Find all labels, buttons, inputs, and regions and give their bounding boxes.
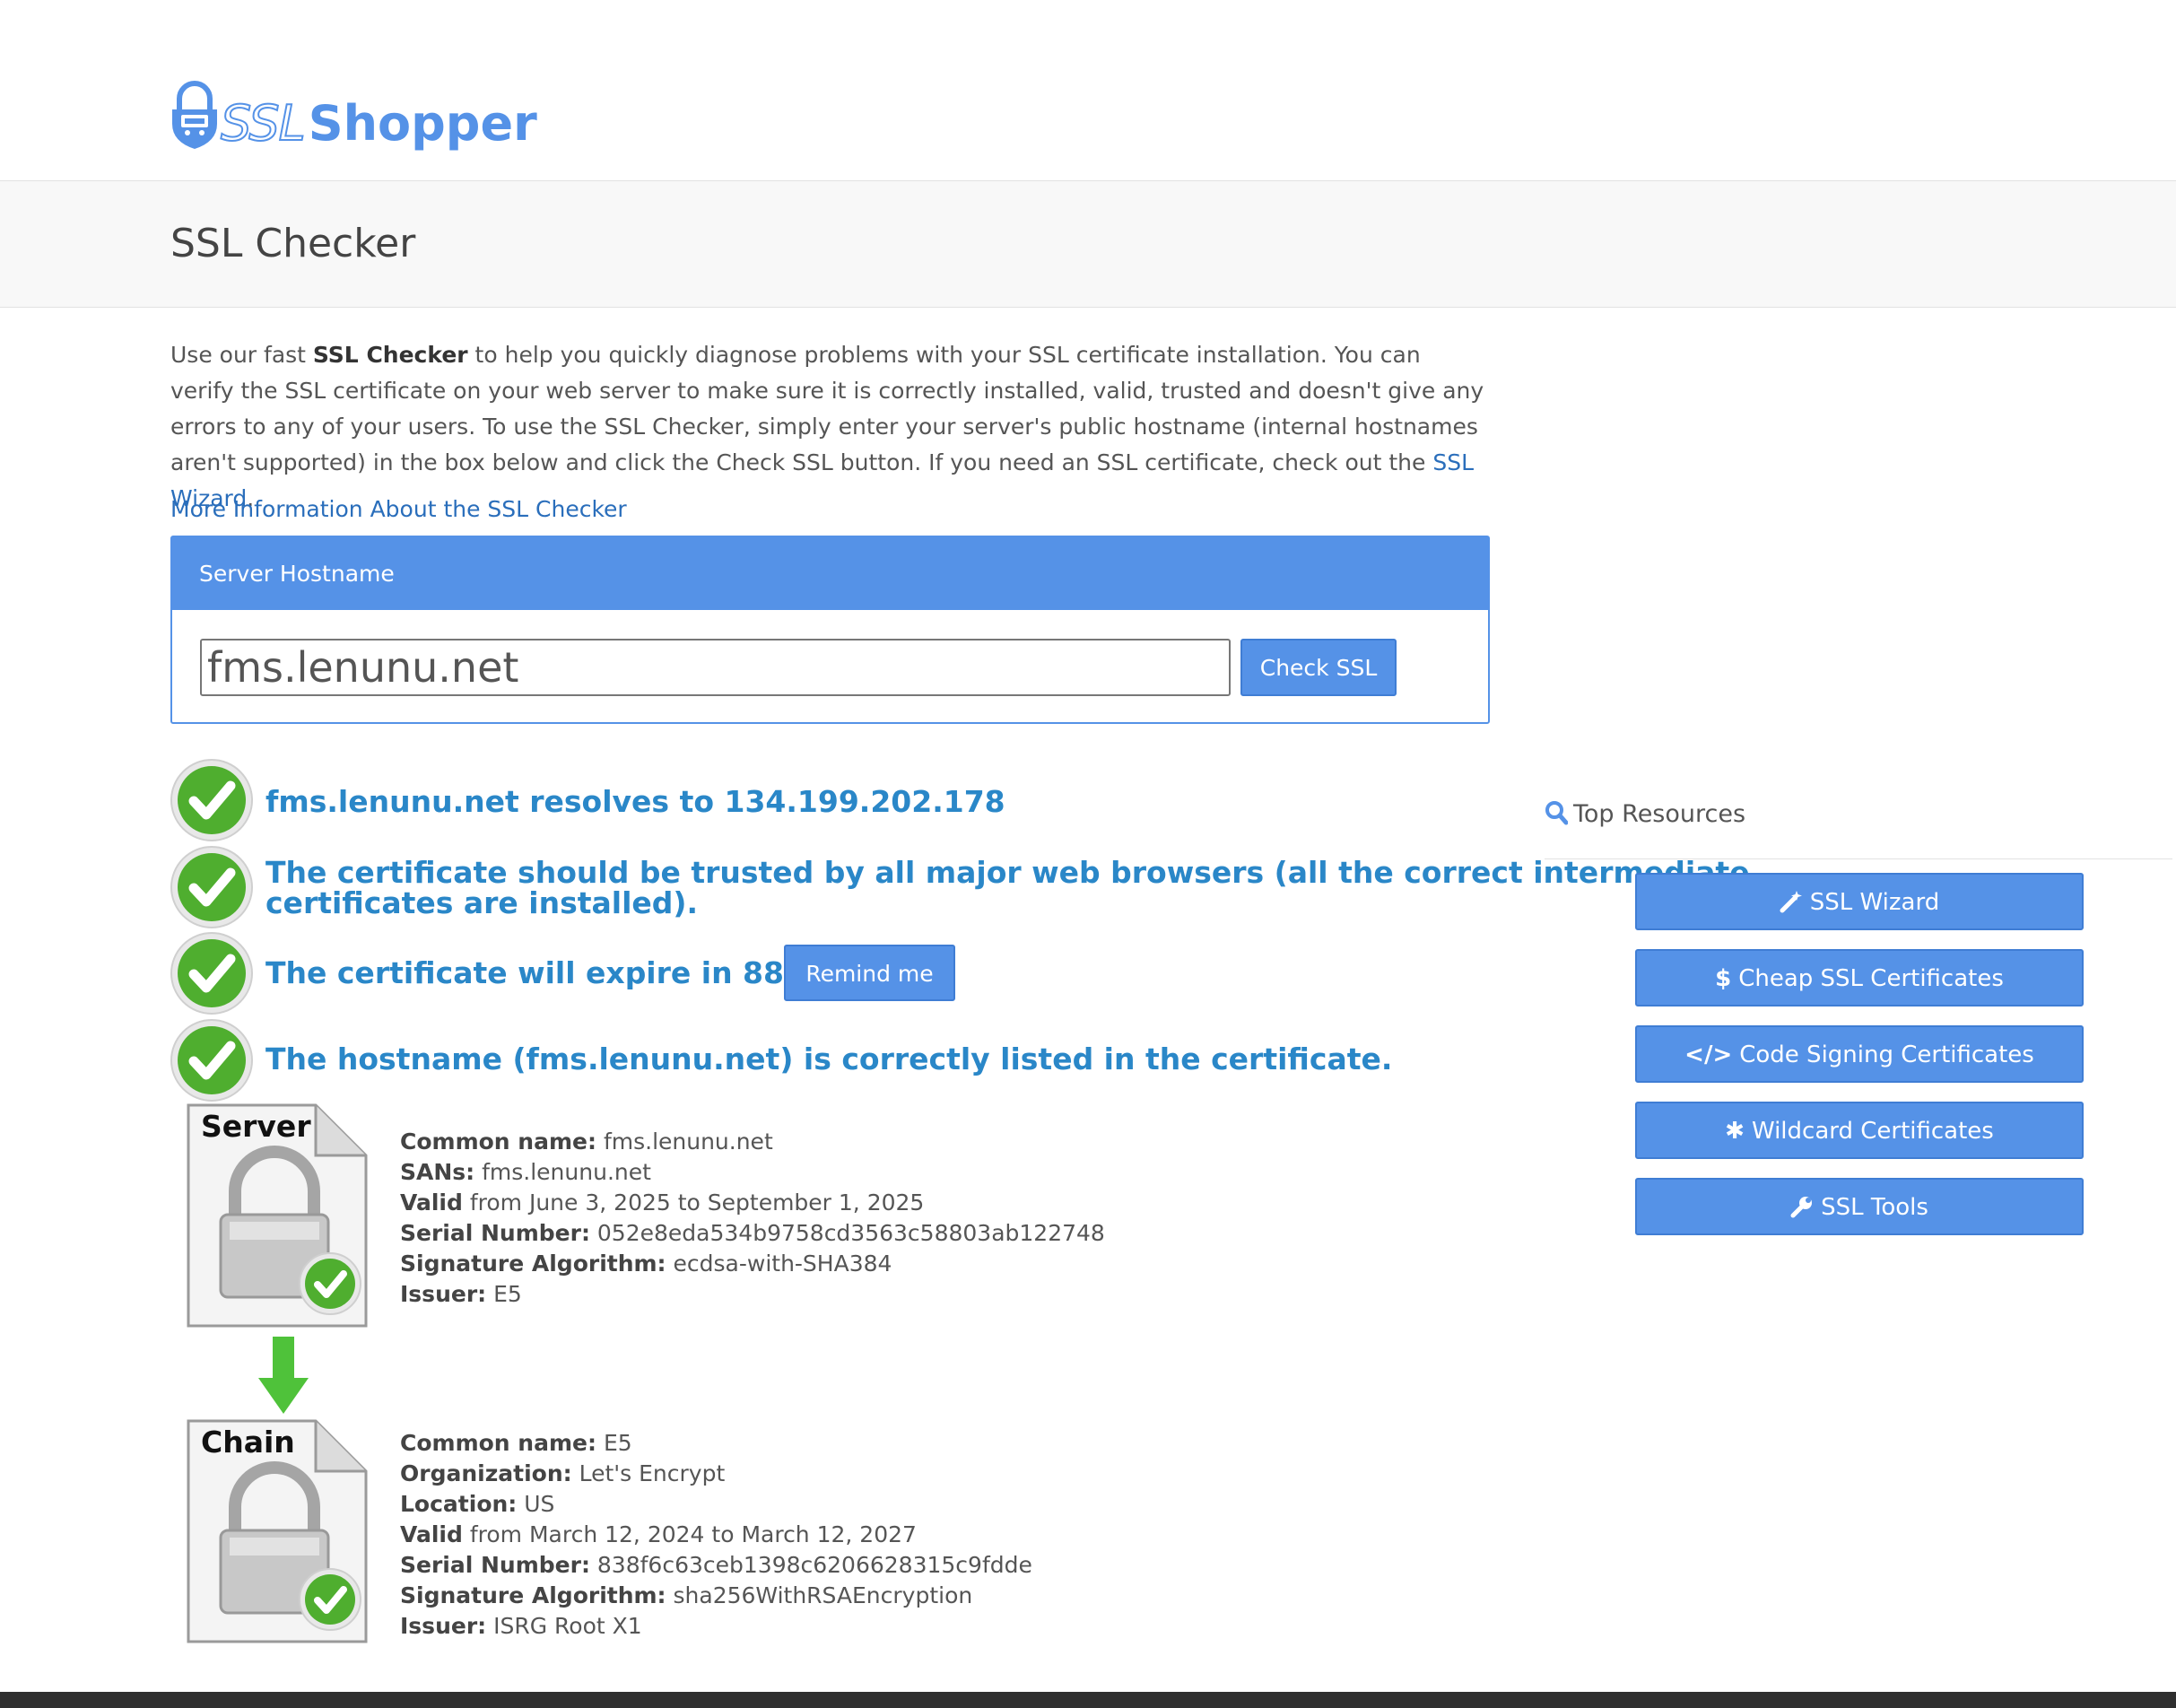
chain-valid: from March 12, 2024 to March 12, 2027	[469, 1521, 917, 1547]
sidebar-code-signing-button[interactable]: </> Code Signing Certificates	[1635, 1025, 2084, 1083]
server-sans: fms.lenunu.net	[482, 1159, 651, 1185]
server-valid-label: Valid	[400, 1190, 463, 1216]
chain-common-name-label: Common name:	[400, 1430, 596, 1456]
more-info-link[interactable]: More Information About the SSL Checker	[170, 492, 627, 527]
logo-text-shopper: Shopper	[308, 95, 537, 152]
sidebar-divider	[1545, 858, 2172, 859]
check-icon	[170, 846, 253, 928]
magic-wand-icon	[1780, 876, 1803, 929]
server-serial: 052e8eda534b9758cd3563c58803ab122748	[596, 1220, 1105, 1246]
chain-serial-label: Serial Number:	[400, 1552, 590, 1578]
chain-cert-label: Chain	[201, 1425, 295, 1460]
sidebar-ssl-tools-label: SSL Tools	[1821, 1194, 1928, 1221]
hostname-input[interactable]	[200, 639, 1231, 696]
server-issuer: E5	[493, 1281, 522, 1307]
chain-location: US	[524, 1491, 555, 1517]
chain-cert-icon: Chain	[183, 1417, 371, 1651]
server-sans-label: SANs:	[400, 1159, 475, 1185]
server-sigalg: ecdsa-with-SHA384	[673, 1250, 892, 1277]
check-ssl-button[interactable]: Check SSL	[1240, 639, 1397, 696]
check-icon	[170, 932, 253, 1015]
server-common-name: fms.lenunu.net	[603, 1128, 773, 1155]
server-cert-label: Server	[201, 1109, 311, 1144]
chain-sigalg-label: Signature Algorithm:	[400, 1582, 666, 1608]
server-common-name-label: Common name:	[400, 1128, 596, 1155]
result-hostname-listed: The hostname (fms.lenunu.net) is correct…	[265, 1041, 1393, 1076]
site-logo[interactable]: SSLShopper	[170, 79, 537, 156]
dollar-icon: $	[1715, 965, 1732, 992]
intro-paragraph: Use our fast SSL Checker to help you qui…	[170, 337, 1489, 517]
asterisk-icon: ✱	[1725, 1118, 1745, 1145]
sidebar-cheap-ssl-button[interactable]: $ Cheap SSL Certificates	[1635, 949, 2084, 1006]
check-icon	[170, 1019, 253, 1102]
sidebar-wildcard-label: Wildcard Certificates	[1751, 1118, 1994, 1145]
chain-org-label: Organization:	[400, 1460, 572, 1486]
code-icon: </>	[1684, 1041, 1733, 1068]
chain-cert-details: Common name: E5 Organization: Let's Encr…	[400, 1428, 1032, 1642]
result-trusted-line1: The certificate should be trusted by all…	[265, 855, 1750, 890]
server-issuer-label: Issuer:	[400, 1281, 487, 1307]
sidebar-ssl-tools-button[interactable]: SSL Tools	[1635, 1178, 2084, 1235]
down-arrow-icon	[258, 1337, 309, 1414]
intro-bold: SSL Checker	[312, 342, 468, 368]
page-title: SSL Checker	[170, 221, 416, 266]
server-sigalg-label: Signature Algorithm:	[400, 1250, 666, 1277]
result-resolves: fms.lenunu.net resolves to 134.199.202.1…	[265, 784, 1005, 819]
sidebar-code-signing-label: Code Signing Certificates	[1739, 1041, 2034, 1068]
sidebar-cheap-ssl-label: Cheap SSL Certificates	[1738, 965, 2004, 992]
top-resources-heading: Top Resources	[1545, 797, 1745, 832]
sidebar-wildcard-button[interactable]: ✱ Wildcard Certificates	[1635, 1102, 2084, 1159]
chain-sigalg: sha256WithRSAEncryption	[673, 1582, 973, 1608]
chain-valid-label: Valid	[400, 1521, 463, 1547]
check-icon	[170, 759, 253, 841]
wrench-icon	[1790, 1181, 1814, 1234]
server-serial-label: Serial Number:	[400, 1220, 590, 1246]
logo-text-ssl: SSL	[220, 95, 307, 152]
hostname-panel: Server Hostname Check SSL	[170, 536, 1490, 724]
remind-me-button[interactable]: Remind me	[784, 945, 955, 1001]
sidebar-ssl-wizard-label: SSL Wizard	[1809, 889, 1940, 916]
server-cert-details: Common name: fms.lenunu.net SANs: fms.le…	[400, 1127, 1105, 1310]
chain-org: Let's Encrypt	[579, 1460, 726, 1486]
footer-bar	[0, 1692, 2176, 1708]
result-trusted-line2: certificates are installed).	[265, 885, 699, 920]
chain-issuer-label: Issuer:	[400, 1613, 487, 1639]
sidebar-ssl-wizard-button[interactable]: SSL Wizard	[1635, 873, 2084, 930]
chain-issuer: ISRG Root X1	[493, 1613, 642, 1639]
intro-text-1: Use our fast	[170, 342, 313, 368]
chain-location-label: Location:	[400, 1491, 518, 1517]
chain-serial: 838f6c63ceb1398c6206628315c9fdde	[596, 1552, 1032, 1578]
search-icon	[1545, 801, 1569, 825]
chain-common-name: E5	[603, 1430, 632, 1456]
panel-title: Server Hostname	[172, 537, 1488, 610]
top-resources-label: Top Resources	[1573, 800, 1746, 828]
server-valid: from June 3, 2025 to September 1, 2025	[469, 1190, 925, 1216]
server-cert-icon: Server	[183, 1102, 371, 1335]
